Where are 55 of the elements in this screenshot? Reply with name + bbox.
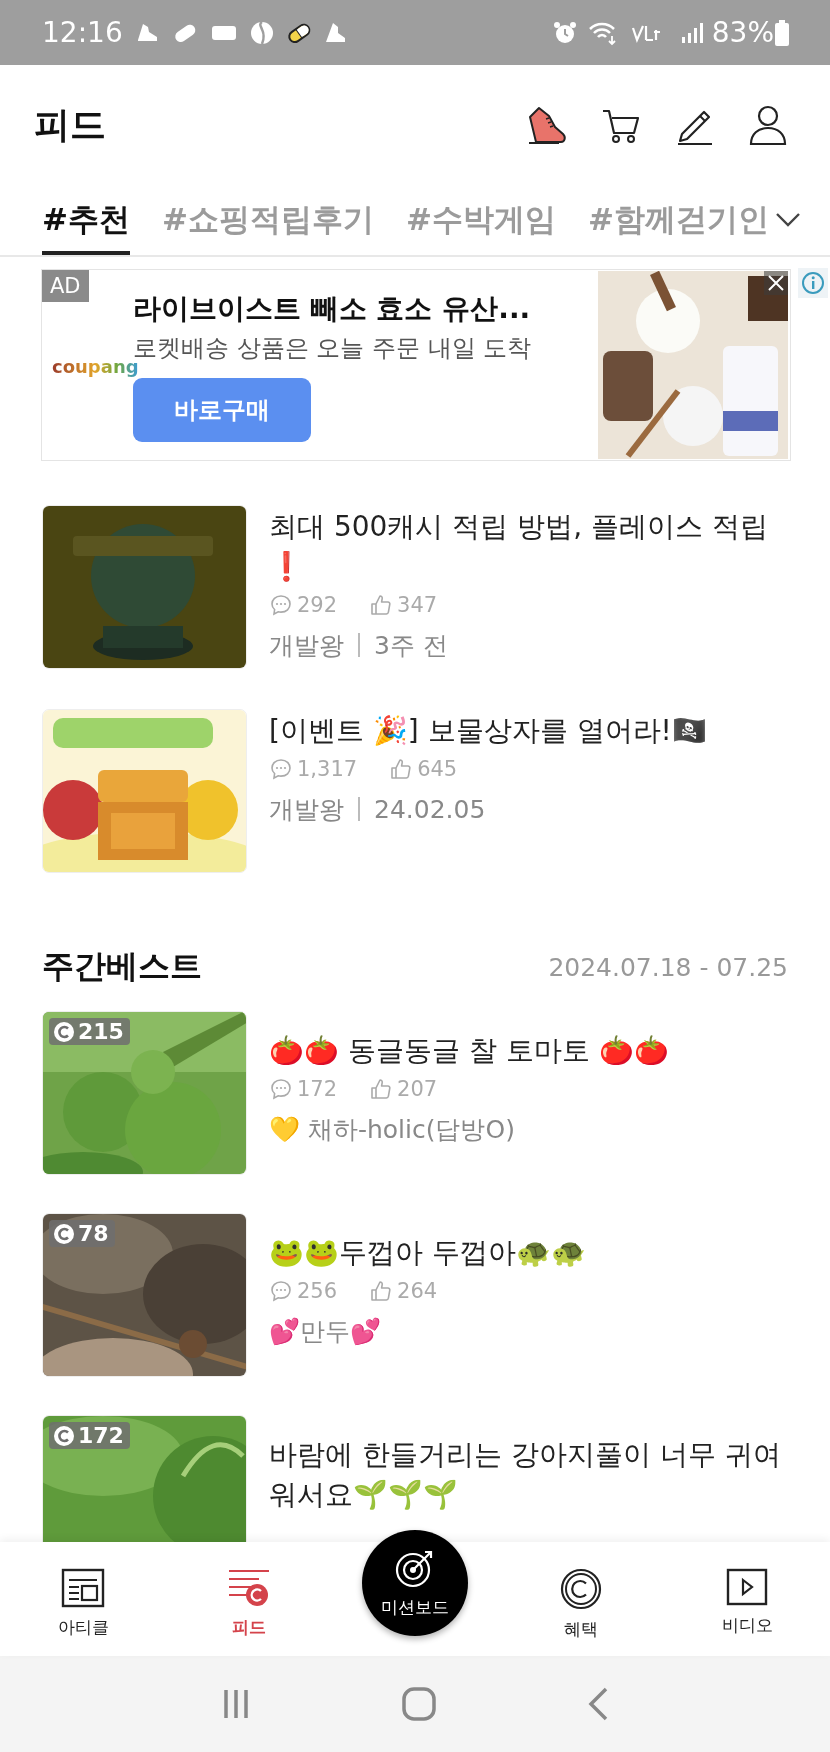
post-title[interactable]: 🍅🍅 동글동글 찰 토마토 🍅🍅: [269, 1031, 788, 1071]
author-name: 개발왕: [269, 793, 344, 826]
close-icon[interactable]: [767, 274, 785, 292]
battery-percent: 83%: [711, 16, 774, 49]
cash-amount: 215: [78, 1019, 124, 1044]
thumbs-up-icon: [389, 757, 414, 781]
swirl-icon: [248, 19, 275, 46]
nav-tab[interactable]: 피드: [166, 1542, 332, 1656]
play-icon[interactable]: [726, 1568, 768, 1606]
date-range: 2024.07.18 - 07.25: [548, 952, 788, 982]
home-icon[interactable]: [401, 1686, 437, 1722]
cash-amount: 78: [78, 1221, 109, 1246]
comment-icon: [269, 1279, 293, 1303]
like-count: 347: [397, 593, 438, 617]
nav-tab[interactable]: 비디오: [664, 1542, 830, 1656]
post-date: 24.02.05: [374, 794, 486, 824]
comment-count: 172: [297, 1077, 338, 1101]
like-count: 207: [397, 1077, 438, 1101]
comment-icon: [269, 1077, 293, 1101]
like-count: 645: [417, 757, 458, 781]
post-title[interactable]: [이벤트 🎉] 보물상자를 열어라!🏴‍☠: [269, 711, 788, 751]
comment-icon: [269, 757, 293, 781]
comment-count: 292: [297, 593, 338, 617]
status-time: 12:16: [42, 16, 123, 49]
comment-icon: [269, 593, 293, 617]
feed-icon[interactable]: [227, 1568, 271, 1608]
alarm-icon: [551, 19, 578, 46]
author-name: 개발왕: [269, 629, 344, 662]
info-icon[interactable]: [801, 271, 825, 295]
page-title: 피드: [34, 102, 107, 147]
ad-badge: AD: [42, 270, 89, 302]
tab[interactable]: #추천: [42, 185, 130, 255]
article-icon[interactable]: [61, 1568, 105, 1608]
thumbs-up-icon: [369, 593, 394, 617]
copyright-icon[interactable]: [560, 1568, 602, 1610]
section-title: 주간베스트: [42, 946, 202, 987]
ad-title: 라이브이스트 빼소 효소 유산...: [133, 291, 532, 327]
comment-count: 256: [297, 1279, 338, 1303]
post-date: 3주 전: [374, 629, 448, 662]
chevron-down-icon[interactable]: [774, 210, 802, 228]
thumbs-up-icon: [369, 1077, 394, 1101]
author-name: 💛 채하-holic(답방O): [269, 1113, 515, 1146]
like-count: 264: [397, 1279, 438, 1303]
comment-count: 1,317: [297, 757, 358, 781]
post-title[interactable]: 바람에 한들거리는 강아지풀이 너무 귀여워서요🌱🌱🌱: [269, 1435, 788, 1515]
thumbs-up-icon: [369, 1279, 394, 1303]
post-title[interactable]: 최대 500캐시 적립 방법, 플레이스 적립 ❗: [269, 507, 788, 587]
person-icon[interactable]: [748, 104, 788, 146]
mission-button[interactable]: 미션보드: [362, 1530, 468, 1636]
nav-tab[interactable]: 아티클: [0, 1542, 166, 1656]
battery-icon: [774, 18, 790, 47]
cash-amount: 172: [78, 1423, 124, 1448]
post-title[interactable]: 🐸🐸두껍아 두껍아🐢🐢: [269, 1233, 788, 1273]
author-name: 💕만두💕: [269, 1315, 381, 1348]
nav-tab[interactable]: 혜택: [498, 1542, 664, 1656]
